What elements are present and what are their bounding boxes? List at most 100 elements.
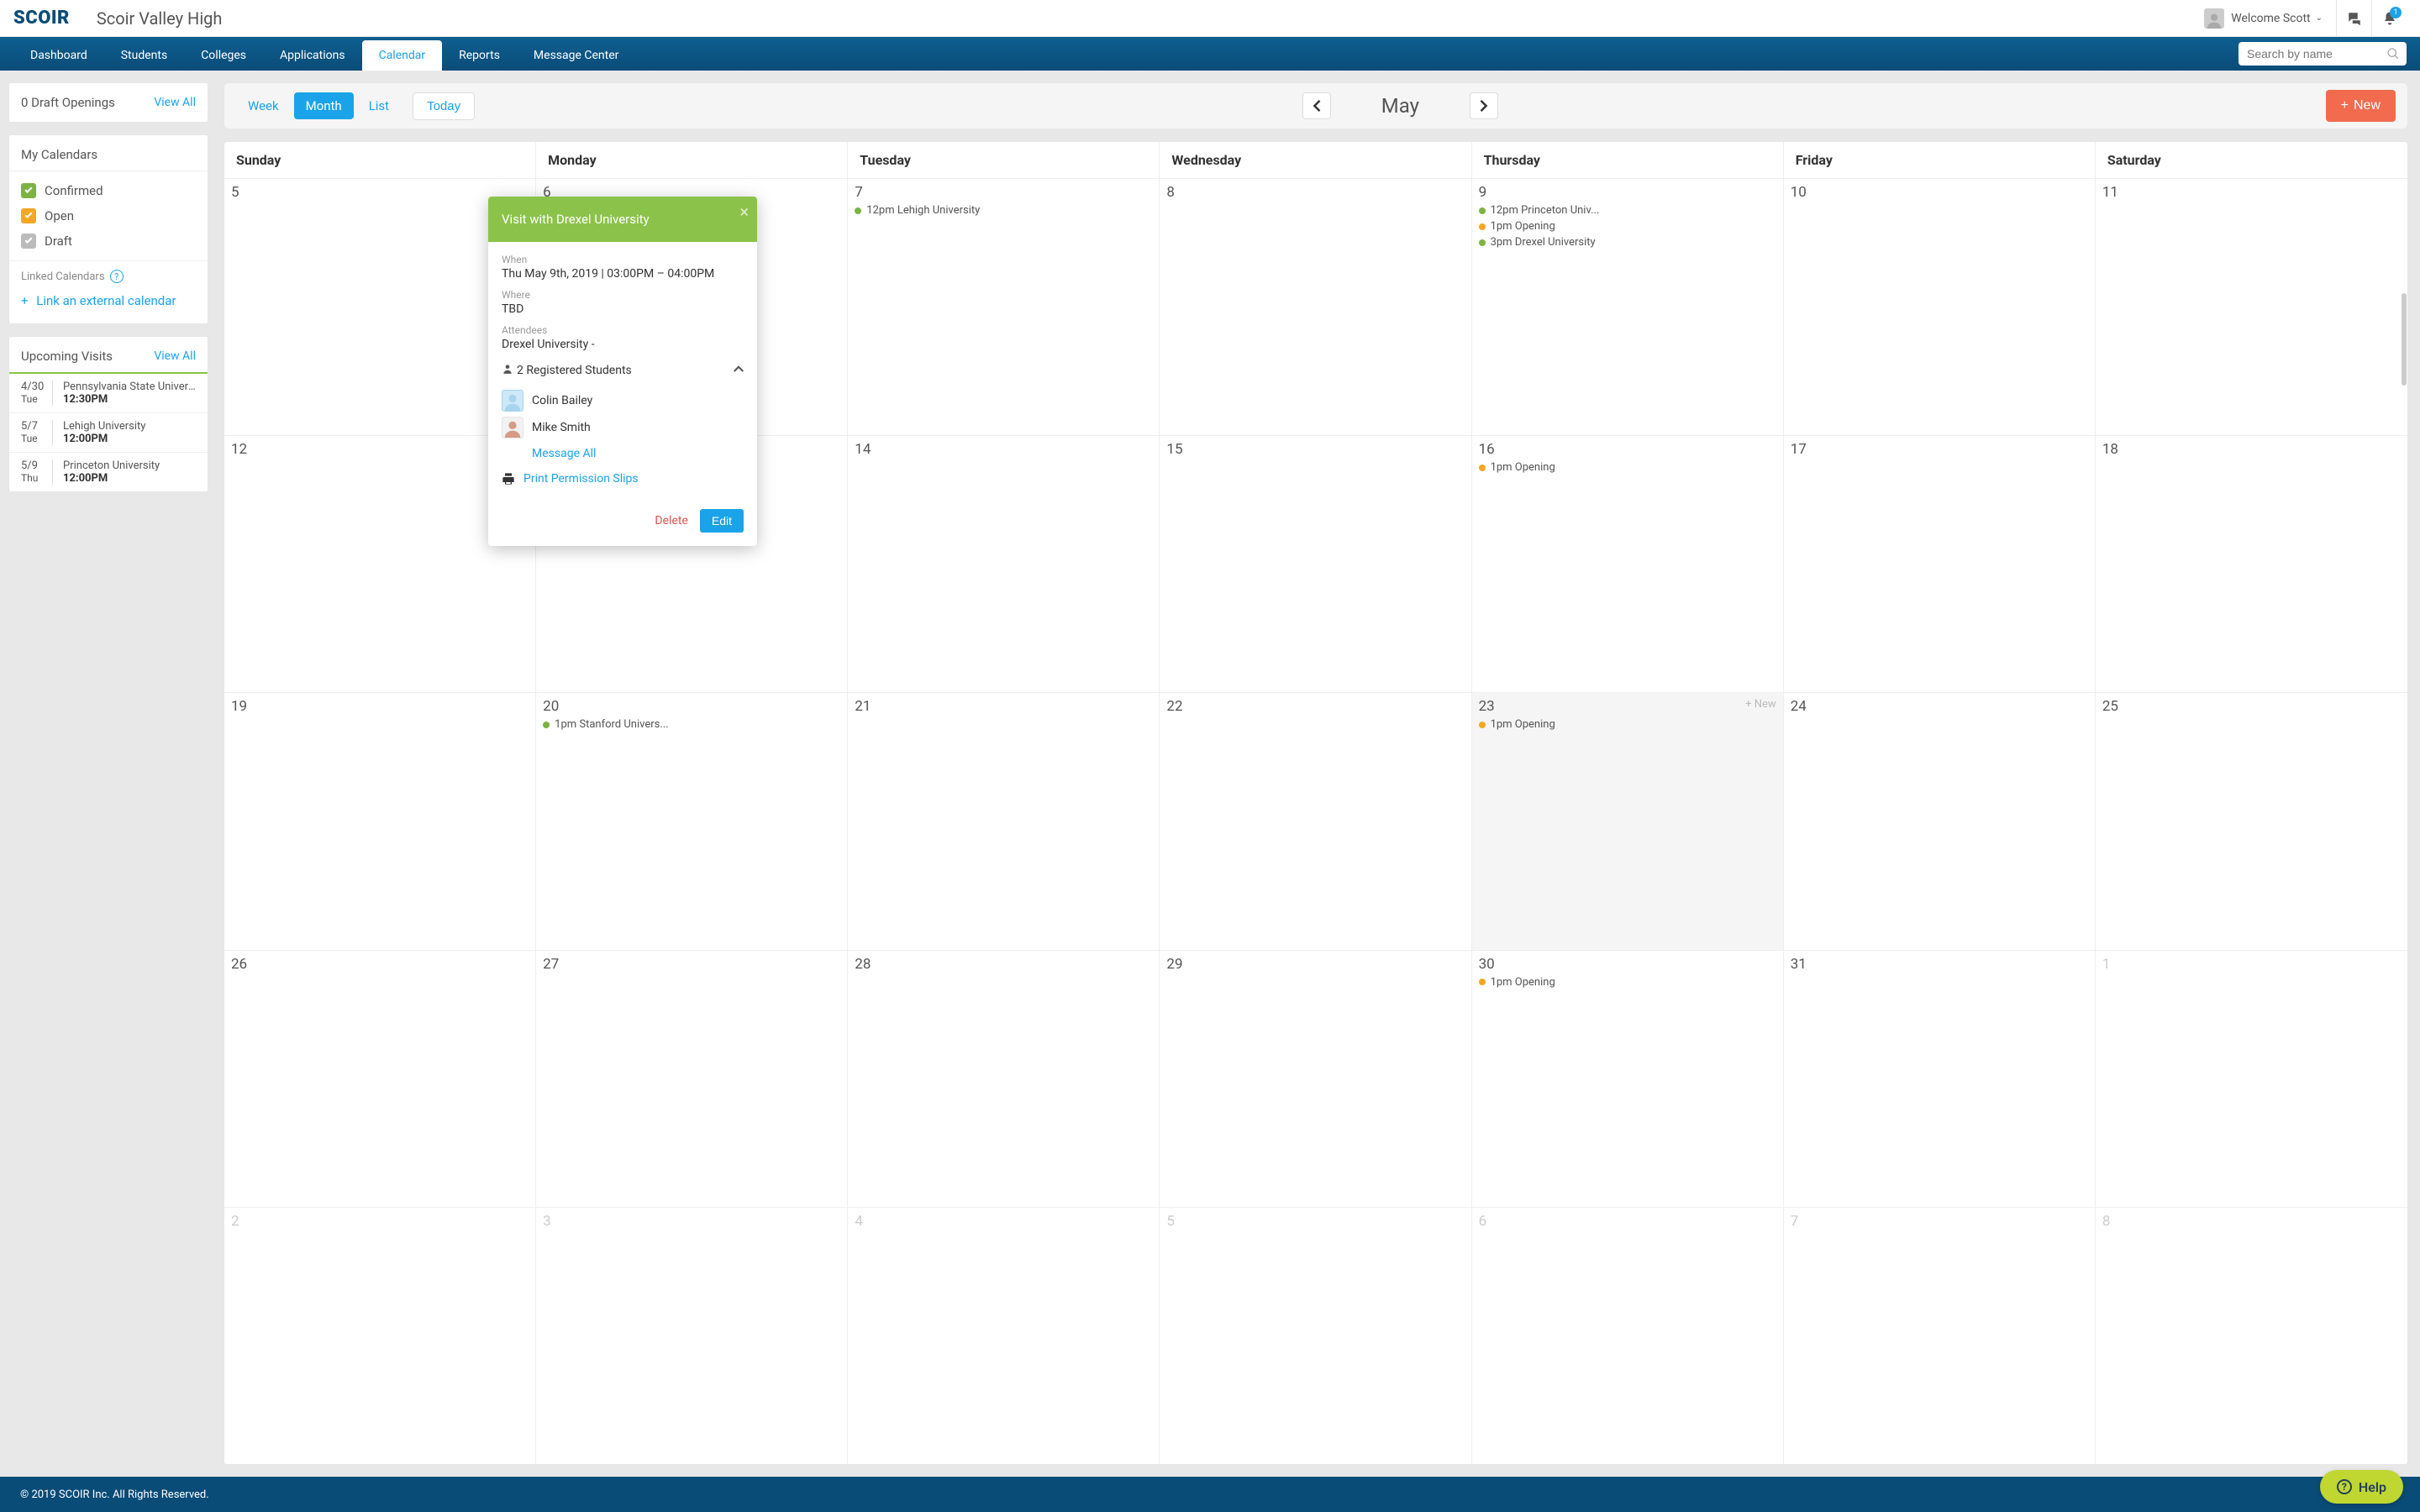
user-menu[interactable]: Welcome Scott ⌄	[2204, 8, 2323, 29]
nav-message-center[interactable]: Message Center	[517, 40, 636, 71]
calendar-cell[interactable]: 5	[1160, 1208, 1471, 1464]
draft-view-all-link[interactable]: View All	[154, 96, 196, 109]
next-month-button[interactable]	[1470, 92, 1498, 119]
upcoming-view-all-link[interactable]: View All	[154, 349, 196, 363]
welcome-text: Welcome Scott	[2231, 12, 2310, 25]
calendar-cell[interactable]: 24	[1784, 693, 2096, 949]
day-header: Sunday	[224, 142, 536, 178]
upcoming-visits-card: Upcoming Visits View All 4/30TuePennsylv…	[8, 336, 208, 492]
close-icon[interactable]: ×	[739, 202, 749, 222]
calendar-event[interactable]: 3pm Drexel University	[1479, 236, 1776, 249]
where-value: TBD	[502, 302, 744, 316]
student-avatar	[502, 390, 523, 412]
calendar-event[interactable]: 1pm Opening	[1479, 461, 1776, 474]
month-label: May	[1381, 94, 1419, 118]
calendar-cell[interactable]: 8	[2096, 1208, 2407, 1464]
help-icon[interactable]: ?	[110, 270, 124, 283]
calendar-cell[interactable]: 19	[224, 693, 536, 949]
calendar-cell[interactable]: 18	[2096, 436, 2407, 692]
delete-link[interactable]: Delete	[655, 514, 687, 528]
calendar-cell[interactable]: 201pm Stanford Univers...	[536, 693, 848, 949]
logo: SCOIR	[13, 8, 70, 29]
calendar-event[interactable]: 1pm Opening	[1479, 976, 1776, 989]
calendar-cell[interactable]: 28	[848, 951, 1160, 1207]
scrollbar[interactable]	[2402, 293, 2407, 386]
nav-dashboard[interactable]: Dashboard	[13, 40, 104, 71]
calendar-cell[interactable]: 17	[1784, 436, 2096, 692]
calendar-cell[interactable]: 27	[536, 951, 848, 1207]
nav-applications[interactable]: Applications	[263, 40, 362, 71]
calendar-cell[interactable]: 3	[536, 1208, 848, 1464]
plus-icon: +	[21, 293, 29, 308]
calendar-event[interactable]: 1pm Stanford Univers...	[543, 718, 840, 731]
calendar-cell[interactable]: 712pm Lehigh University	[848, 179, 1160, 435]
view-tab-month[interactable]: Month	[294, 92, 354, 119]
calendar-event[interactable]: 12pm Lehigh University	[855, 204, 1152, 217]
upcoming-visit-item[interactable]: 4/30TuePennsylvania State University (..…	[9, 374, 208, 412]
search-input[interactable]	[2238, 42, 2407, 66]
today-button[interactable]: Today	[413, 92, 475, 120]
calendar-cell[interactable]: 161pm Opening	[1472, 436, 1784, 692]
day-header: Wednesday	[1160, 142, 1471, 178]
calendar-cell[interactable]: 912pm Princeton Univ...1pm Opening3pm Dr…	[1472, 179, 1784, 435]
calendar-event[interactable]: 1pm Opening	[1479, 718, 1776, 731]
cell-add-new[interactable]: + New	[1745, 698, 1776, 711]
calendar-cell[interactable]: 2	[224, 1208, 536, 1464]
calendar-cell[interactable]: 31	[1784, 951, 2096, 1207]
nav-reports[interactable]: Reports	[442, 40, 517, 71]
calendar-cell[interactable]: 11	[2096, 179, 2407, 435]
copyright: © 2019 SCOIR Inc. All Rights Reserved.	[20, 1488, 209, 1501]
footer: © 2019 SCOIR Inc. All Rights Reserved.	[0, 1477, 2420, 1512]
nav-students[interactable]: Students	[104, 40, 184, 71]
nav-bar: DashboardStudentsCollegesApplicationsCal…	[0, 37, 2420, 71]
calendar-cell[interactable]: 14	[848, 436, 1160, 692]
where-label: Where	[502, 289, 744, 301]
upcoming-visit-item[interactable]: 5/7TueLehigh University12:00PM	[9, 412, 208, 452]
chevron-up-icon	[734, 364, 744, 377]
registered-students-toggle[interactable]: 2 Registered Students	[502, 363, 744, 385]
calendar-cell[interactable]: 1	[2096, 951, 2407, 1207]
calendar-filter-confirmed[interactable]: Confirmed	[9, 178, 208, 203]
calendar-cell[interactable]: 26	[224, 951, 536, 1207]
messages-icon[interactable]	[2336, 0, 2371, 37]
calendar-cell[interactable]: 23+ New1pm Opening	[1472, 693, 1784, 949]
calendar-cell[interactable]: 22	[1160, 693, 1471, 949]
calendar-cell[interactable]: 7	[1784, 1208, 2096, 1464]
calendar-filter-draft[interactable]: Draft	[9, 228, 208, 254]
upcoming-visit-item[interactable]: 5/9ThuPrinceton University12:00PM	[9, 452, 208, 491]
nav-colleges[interactable]: Colleges	[184, 40, 263, 71]
plus-icon: +	[2341, 98, 2349, 113]
calendar-filter-open[interactable]: Open	[9, 203, 208, 228]
new-button[interactable]: + New	[2326, 90, 2396, 122]
calendar-event[interactable]: 1pm Opening	[1479, 220, 1776, 233]
calendar-cell[interactable]: 4	[848, 1208, 1160, 1464]
calendar-cell[interactable]: 6	[1472, 1208, 1784, 1464]
calendar-cell[interactable]: 25	[2096, 693, 2407, 949]
calendar-grid: SundayMondayTuesdayWednesdayThursdayFrid…	[224, 141, 2408, 1465]
calendar-cell[interactable]: 21	[848, 693, 1160, 949]
prev-month-button[interactable]	[1302, 92, 1331, 119]
popover-title: Visit with Drexel University	[502, 212, 650, 227]
attendees-value: Drexel University -	[502, 338, 744, 351]
attendees-label: Attendees	[502, 324, 744, 336]
view-tab-list[interactable]: List	[357, 92, 401, 119]
day-header: Monday	[536, 142, 848, 178]
edit-button[interactable]: Edit	[700, 509, 744, 533]
link-external-calendar[interactable]: + Link an external calendar	[9, 288, 208, 313]
student-item[interactable]: Mike Smith	[502, 417, 744, 438]
help-button[interactable]: ? Help	[2320, 1470, 2403, 1504]
calendar-cell[interactable]: 29	[1160, 951, 1471, 1207]
notifications-icon[interactable]: 1	[2371, 0, 2407, 37]
calendar-event[interactable]: 12pm Princeton Univ...	[1479, 204, 1776, 217]
student-item[interactable]: Colin Bailey	[502, 390, 744, 412]
calendar-cell[interactable]: 8	[1160, 179, 1471, 435]
my-calendars-card: My Calendars ConfirmedOpenDraft Linked C…	[8, 134, 208, 324]
message-all-link[interactable]: Message All	[532, 447, 744, 460]
calendar-cell[interactable]: 15	[1160, 436, 1471, 692]
nav-calendar[interactable]: Calendar	[362, 40, 443, 71]
upcoming-title: Upcoming Visits	[21, 349, 113, 364]
calendar-cell[interactable]: 301pm Opening	[1472, 951, 1784, 1207]
view-tab-week[interactable]: Week	[236, 92, 291, 119]
calendar-cell[interactable]: 10	[1784, 179, 2096, 435]
print-permission-link[interactable]: Print Permission Slips	[502, 472, 744, 486]
